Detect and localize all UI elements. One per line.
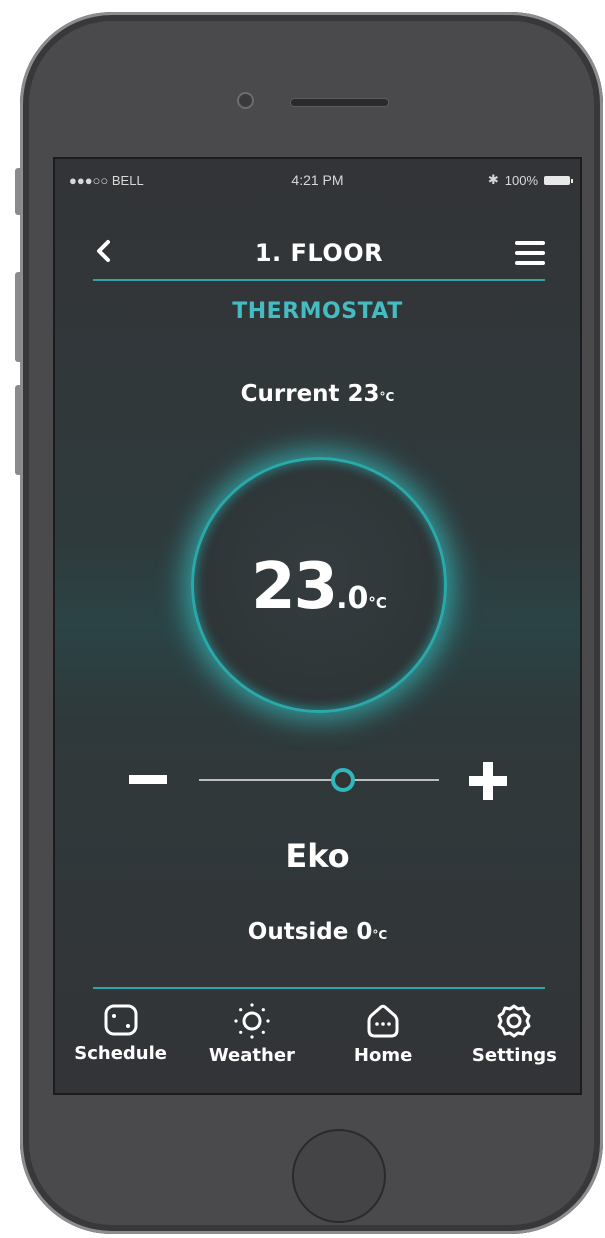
temperature-dial[interactable]: 23.0°C	[191, 457, 447, 713]
bluetooth-icon: ✱	[487, 172, 499, 187]
home-icon	[367, 1004, 399, 1038]
current-temperature-unit: °C	[379, 390, 395, 404]
tab-schedule[interactable]: Schedule	[55, 995, 186, 1085]
outside-temperature-label: Outside 0	[247, 919, 373, 945]
current-temperature-label: Current 23	[240, 381, 380, 407]
sun-icon	[234, 1003, 270, 1039]
tab-weather[interactable]: Weather	[186, 995, 317, 1085]
battery-icon	[544, 175, 573, 185]
tab-label: Schedule	[74, 1043, 167, 1064]
mute-switch	[15, 168, 21, 215]
current-temperature: Current 23°C	[55, 381, 580, 407]
increase-button[interactable]	[469, 762, 507, 800]
tab-home[interactable]: Home	[318, 995, 449, 1085]
slider-handle[interactable]	[331, 768, 355, 792]
gear-icon	[497, 1004, 531, 1038]
volume-up-button	[15, 272, 21, 362]
camera	[237, 92, 254, 109]
tab-label: Home	[353, 1045, 413, 1066]
outside-temperature-unit: °C	[372, 928, 388, 942]
section-title: THERMOSTAT	[232, 299, 403, 324]
temperature-slider[interactable]	[199, 768, 439, 792]
tab-bar: Schedule Weather Home Settings	[55, 995, 580, 1085]
tab-settings[interactable]: Settings	[449, 995, 580, 1085]
setpoint-unit: °C	[368, 594, 387, 612]
hamburger-menu-icon[interactable]	[515, 241, 545, 265]
tab-label: Settings	[471, 1045, 557, 1066]
nav-bar: 1. FLOOR	[93, 229, 545, 281]
tab-label: Weather	[208, 1045, 295, 1066]
mode-label[interactable]: Eko	[55, 837, 580, 875]
setpoint-decimal: .0	[336, 581, 369, 616]
outside-temperature: Outside 0°C	[55, 919, 580, 945]
tab-divider	[93, 987, 545, 989]
setpoint-integer: 23	[251, 550, 338, 624]
home-hardware-button[interactable]	[292, 1129, 386, 1223]
page-title: 1. FLOOR	[254, 239, 384, 267]
schedule-icon	[104, 1004, 138, 1036]
app-screen: ●●●○○ BELL 4:21 PM ✱ 100% 1. FLOOR THERM…	[53, 157, 582, 1095]
volume-down-button	[15, 385, 21, 475]
battery-percent: 100%	[504, 172, 538, 188]
status-bar: ●●●○○ BELL 4:21 PM ✱ 100%	[55, 159, 580, 199]
decrease-button[interactable]	[129, 775, 167, 784]
speaker	[290, 98, 389, 107]
setpoint-value: 23.0°C	[194, 550, 444, 624]
